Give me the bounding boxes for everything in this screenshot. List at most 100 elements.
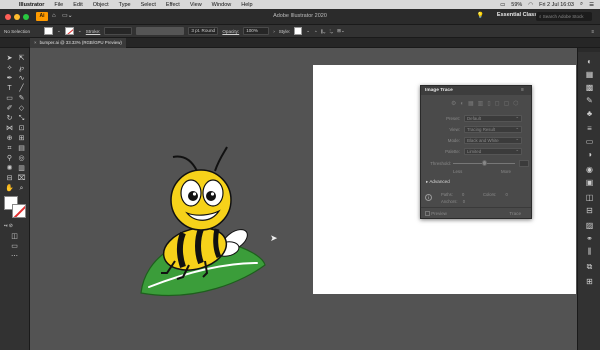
layers-panel-icon[interactable]: ◫ (584, 192, 595, 203)
graphic-styles-panel-icon[interactable]: ▣ (584, 177, 595, 188)
artboard-tool-icon[interactable]: ⊟ (4, 174, 15, 183)
graphic-style-swatch[interactable] (294, 27, 303, 35)
pen-tool-icon[interactable]: ✒ (4, 74, 15, 83)
panel-menu-icon[interactable]: ≡ (591, 29, 594, 34)
close-icon[interactable]: × (34, 40, 37, 45)
view-select[interactable]: Tracing Result (464, 125, 522, 133)
eraser-tool-icon[interactable]: ◇ (16, 104, 27, 113)
selection-tool-icon[interactable]: ➤ (4, 54, 15, 63)
clock[interactable]: Fri 2 Jul 16:03 (539, 2, 574, 8)
spotlight-icon[interactable]: ⌕ (580, 1, 583, 8)
rectangle-tool-icon[interactable]: ▭ (4, 94, 15, 103)
wifi-icon[interactable]: ◠ (528, 2, 533, 8)
trace-preset-icons[interactable]: ⚙◐▦▥▯◻▢⬡ (451, 100, 523, 107)
stroke-panel-icon[interactable]: ≡ (584, 123, 595, 134)
image-trace-panel-icon[interactable]: ▨ (584, 220, 595, 231)
draw-mode-icon[interactable]: ◫ (9, 232, 20, 241)
stroke-swatch[interactable] (64, 27, 74, 35)
brushes-panel-icon[interactable]: ✎ (584, 95, 595, 106)
recolor-artwork-icon[interactable]: ◔ (314, 29, 317, 34)
menu-type[interactable]: Type (114, 2, 136, 8)
column-graph-tool-icon[interactable]: ▥ (16, 164, 27, 173)
palette-select[interactable]: Limited (464, 147, 522, 155)
chevron-down-icon[interactable]: ⌄ (78, 28, 82, 34)
stroke-color-swatch[interactable] (12, 204, 26, 218)
curvature-tool-icon[interactable]: ∿ (16, 74, 27, 83)
brush-definition-field[interactable]: 3 pt. Round (188, 27, 219, 35)
swatches-panel-icon[interactable]: ▩ (584, 82, 595, 93)
gradient-tool-icon[interactable]: ▤ (16, 144, 27, 153)
lasso-tool-icon[interactable]: ℘ (16, 64, 27, 73)
mesh-tool-icon[interactable]: ⌗ (4, 144, 15, 153)
threshold-value-field[interactable] (519, 160, 529, 167)
chevron-down-icon[interactable]: ⌄ (57, 28, 61, 34)
pathfinder-panel-icon[interactable]: ⧉ (584, 261, 595, 272)
menu-window[interactable]: Window (207, 2, 237, 8)
bee-on-leaf-illustration[interactable] (135, 145, 275, 300)
eyedropper-tool-icon[interactable]: ⚲ (4, 154, 15, 163)
chevron-down-icon[interactable]: ⌄ (306, 28, 310, 34)
type-tool-icon[interactable]: T (4, 84, 15, 93)
hand-tool-icon[interactable]: ✋ (4, 184, 15, 193)
menu-help[interactable]: Help (236, 2, 257, 8)
menu-edit[interactable]: Edit (68, 2, 87, 8)
paintbrush-tool-icon[interactable]: ✎ (16, 94, 27, 103)
menu-view[interactable]: View (185, 2, 207, 8)
distribute-icon[interactable]: ⫶⌄ (329, 29, 333, 34)
menu-file[interactable]: File (49, 2, 68, 8)
threshold-slider-thumb[interactable] (481, 160, 487, 166)
line-tool-icon[interactable]: ╱ (16, 84, 27, 93)
magic-wand-tool-icon[interactable]: ✧ (4, 64, 15, 73)
search-stock-input[interactable]: ⌕ Search Adobe Stock (536, 12, 592, 21)
screen-mode-icon[interactable]: ▭ (9, 242, 20, 251)
color-mode-icon[interactable]: ▪◐⊘ (3, 222, 14, 231)
stroke-weight-field[interactable] (104, 27, 133, 35)
edit-toolbar-icon[interactable]: ⋯ (9, 252, 20, 261)
opacity-label[interactable]: Opacity: (222, 29, 239, 34)
menu-object[interactable]: Object (88, 2, 114, 8)
battery-icon[interactable]: ▭ (500, 2, 505, 8)
transparency-panel-icon[interactable]: ◑ (584, 149, 595, 160)
dock-grip[interactable] (578, 48, 600, 52)
opacity-field[interactable]: 100% (243, 27, 270, 35)
shape-builder-tool-icon[interactable]: ⊕ (4, 134, 15, 143)
preset-select[interactable]: Default (464, 114, 522, 122)
transform-icon[interactable]: ⊞⌄ (337, 28, 345, 34)
menu-select[interactable]: Select (136, 2, 161, 8)
rotate-tool-icon[interactable]: ↻ (4, 114, 15, 123)
transform-panel-icon[interactable]: ⊞ (584, 276, 595, 287)
trace-button[interactable]: Trace (509, 211, 521, 216)
preview-checkbox[interactable]: Preview (425, 211, 447, 217)
gradient-panel-icon[interactable]: ▭ (584, 136, 595, 147)
menu-app-name[interactable]: Illustrator (14, 2, 49, 8)
color-panel-icon[interactable]: ◐ (584, 56, 595, 67)
artboards-panel-icon[interactable]: ⊟ (584, 205, 595, 216)
panel-menu-icon[interactable]: ≡ (521, 87, 524, 93)
shaper-tool-icon[interactable]: ✐ (4, 104, 15, 113)
symbols-panel-icon[interactable]: ♣ (584, 108, 595, 119)
blend-tool-icon[interactable]: ◎ (16, 154, 27, 163)
slice-tool-icon[interactable]: ⌧ (16, 174, 27, 183)
document-tab[interactable]: × bumper.ai @ 33.33% (RGB/GPU Preview) (30, 38, 126, 48)
align-panel-icon[interactable]: ⫼ (584, 246, 595, 257)
links-panel-icon[interactable]: ⚭ (584, 233, 595, 244)
color-guide-icon[interactable]: ▦ (584, 69, 595, 80)
lightbulb-icon[interactable]: 💡 (477, 12, 484, 19)
free-transform-tool-icon[interactable]: ⊡ (16, 124, 27, 133)
width-tool-icon[interactable]: ⋈ (4, 124, 15, 133)
direct-selection-tool-icon[interactable]: ⇱ (16, 54, 27, 63)
perspective-grid-tool-icon[interactable]: ⊞ (16, 134, 27, 143)
symbol-sprayer-tool-icon[interactable]: ✺ (4, 164, 15, 173)
stroke-label[interactable]: Stroke: (86, 29, 101, 34)
chevron-right-icon[interactable]: › (273, 29, 275, 34)
align-icon[interactable]: ⫼⌄ (321, 29, 326, 34)
menu-effect[interactable]: Effect (161, 2, 185, 8)
advanced-toggle[interactable]: ▸ Advanced (426, 179, 450, 185)
fill-swatch[interactable] (44, 27, 54, 35)
appearance-panel-icon[interactable]: ◉ (584, 164, 595, 175)
scale-tool-icon[interactable]: ⤡ (16, 114, 27, 123)
zoom-tool-icon[interactable]: ⌕ (16, 184, 27, 193)
variable-width-field[interactable] (136, 27, 185, 35)
mode-select[interactable]: Black and White (464, 136, 522, 144)
control-center-icon[interactable]: ☰ (589, 2, 594, 8)
